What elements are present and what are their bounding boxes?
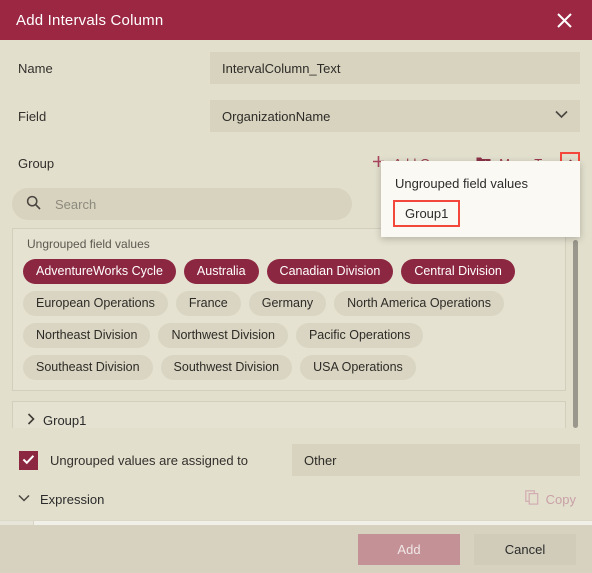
value-chip[interactable]: Southeast Division (23, 355, 153, 380)
dialog-footer: Add Cancel (0, 525, 592, 573)
dialog-title-bar: Add Intervals Column (0, 0, 592, 40)
expression-header-row: Expression Copy (12, 488, 580, 510)
name-row: Name IntervalColumn_Text (12, 48, 580, 88)
ungrouped-panel-title: Ungrouped field values (27, 237, 150, 251)
field-label: Field (18, 108, 47, 124)
name-input[interactable]: IntervalColumn_Text (210, 52, 580, 84)
value-chip[interactable]: Southwest Division (160, 355, 293, 380)
groups-lists-area: Ungrouped field values AdventureWorks Cy… (12, 228, 580, 428)
value-chip[interactable]: Pacific Operations (295, 323, 424, 348)
copy-button[interactable]: Copy (524, 490, 576, 508)
field-select[interactable]: OrganizationName (210, 100, 580, 132)
ungrouped-assignment-checkbox[interactable] (19, 450, 38, 470)
expression-toggle[interactable]: Expression (18, 492, 104, 507)
close-button[interactable] (550, 6, 578, 34)
search-box[interactable] (12, 188, 352, 220)
ungrouped-chip-list: AdventureWorks Cycle Australia Canadian … (23, 255, 555, 380)
value-chip[interactable]: Central Division (401, 259, 515, 284)
ungrouped-assignment-input[interactable]: Other (292, 444, 580, 476)
expression-title: Expression (40, 491, 105, 507)
scrollbar-thumb[interactable] (573, 240, 578, 428)
value-chip[interactable]: Northeast Division (23, 323, 151, 348)
field-row: Field OrganizationName (12, 96, 580, 136)
ungrouped-values-panel: Ungrouped field values AdventureWorks Cy… (12, 228, 566, 391)
add-button[interactable]: Add (358, 533, 460, 565)
search-input[interactable] (53, 195, 338, 213)
chevron-down-icon (18, 494, 30, 505)
dialog-title: Add Intervals Column (16, 11, 164, 29)
copy-label: Copy (545, 491, 576, 507)
value-chip[interactable]: North America Operations (334, 291, 504, 316)
cancel-button[interactable]: Cancel (474, 533, 576, 565)
group-label: Group (18, 155, 55, 171)
ungrouped-assignment-row: Ungrouped values are assigned to Other (12, 444, 580, 476)
field-select-value: OrganizationName (222, 108, 331, 124)
groups-scrollbar[interactable] (570, 240, 580, 428)
dropdown-item-ungrouped-field-values[interactable]: Ungrouped field values (381, 169, 580, 198)
move-to-dropdown-menu: Ungrouped field values Group1 (381, 161, 580, 237)
search-icon (26, 195, 41, 213)
dialog-body: Name IntervalColumn_Text Field Organizat… (0, 48, 592, 510)
value-chip[interactable]: Northwest Division (158, 323, 288, 348)
group1-panel-header[interactable]: Group1 (12, 401, 566, 428)
check-icon (22, 453, 35, 468)
groups-scroll-region: Ungrouped field values AdventureWorks Cy… (12, 228, 566, 428)
value-chip[interactable]: USA Operations (300, 355, 416, 380)
ungrouped-assignment-label: Ungrouped values are assigned to (50, 452, 249, 468)
value-chip[interactable]: Germany (248, 291, 327, 316)
copy-icon (524, 490, 539, 508)
close-icon (556, 12, 573, 29)
name-label: Name (18, 60, 53, 76)
group1-panel-label: Group1 (43, 412, 87, 428)
value-chip[interactable]: France (175, 291, 241, 316)
chevron-down-icon (555, 110, 568, 122)
chevron-right-icon (27, 412, 35, 428)
value-chip[interactable]: Australia (183, 259, 259, 284)
value-chip[interactable]: Canadian Division (266, 259, 394, 284)
dropdown-item-group1[interactable]: Group1 (393, 200, 461, 227)
value-chip[interactable]: AdventureWorks Cycle (23, 259, 176, 284)
value-chip[interactable]: European Operations (23, 291, 168, 316)
